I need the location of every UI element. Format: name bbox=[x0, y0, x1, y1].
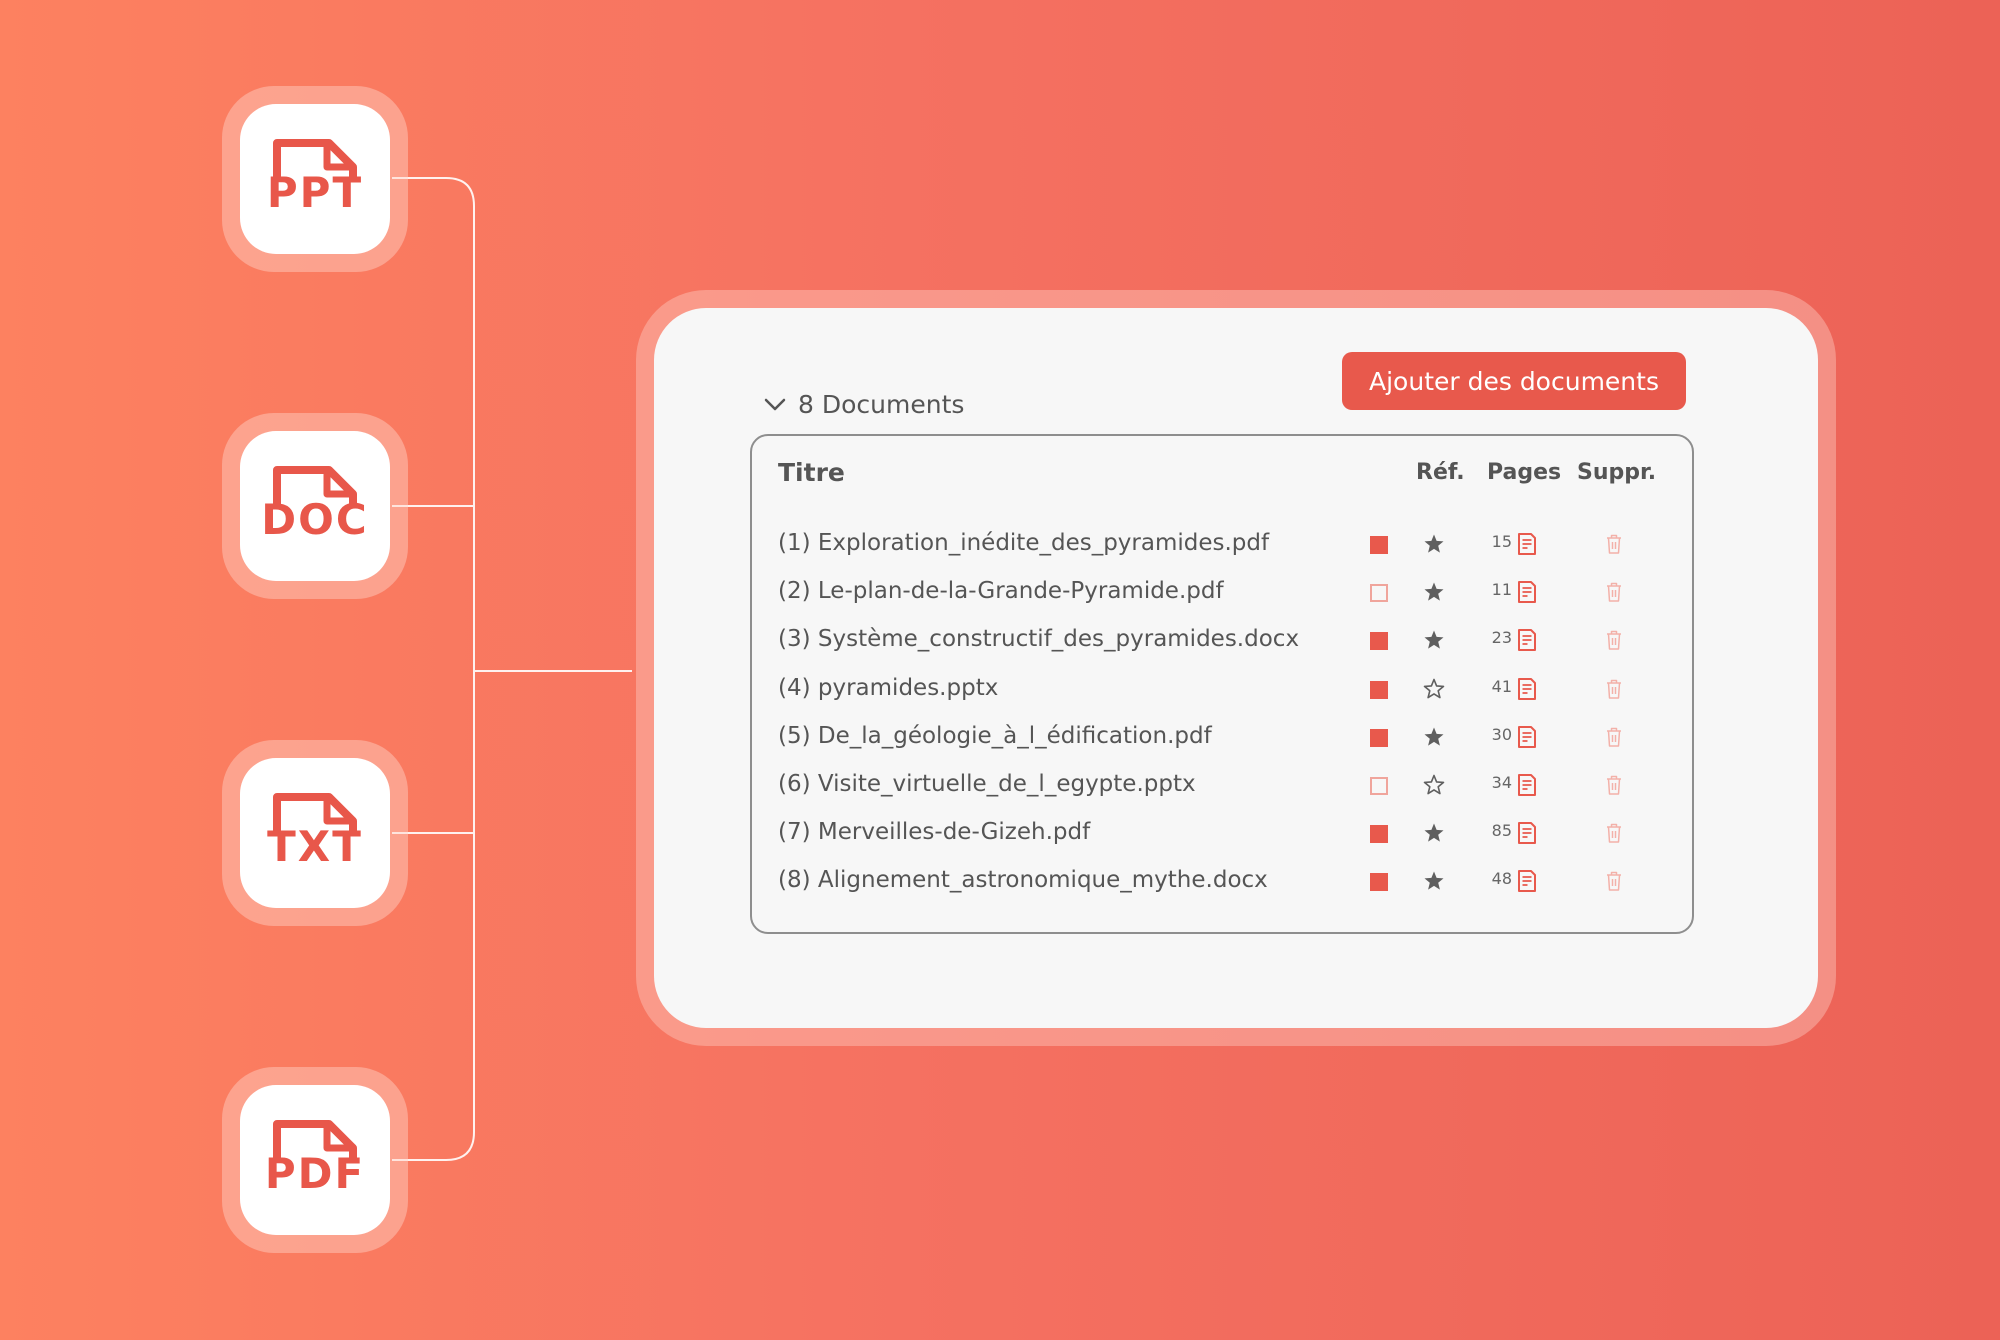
star-filled-icon[interactable] bbox=[1422, 580, 1446, 604]
trash-icon[interactable] bbox=[1604, 533, 1624, 555]
page-count: 41 bbox=[1491, 676, 1512, 696]
documents-toggle[interactable]: 8 Documents bbox=[764, 390, 964, 419]
trash-icon[interactable] bbox=[1604, 870, 1624, 892]
row-select-checkbox[interactable] bbox=[1370, 536, 1388, 554]
table-row[interactable]: (8) Alignement_astronomique_mythe.docx 48 bbox=[752, 859, 1692, 903]
star-outline-icon[interactable] bbox=[1422, 677, 1446, 701]
table-row[interactable]: (3) Système_constructif_des_pyramides.do… bbox=[752, 618, 1692, 662]
documents-panel-frame: Ajouter des documents 8 Documents Titre … bbox=[636, 290, 1836, 1046]
column-header-ref: Réf. bbox=[1416, 460, 1465, 485]
table-row[interactable]: (7) Merveilles-de-Gizeh.pdf 85 bbox=[752, 811, 1692, 855]
file-type-tile-txt: TXT bbox=[222, 740, 408, 926]
table-row[interactable]: (1) Exploration_inédite_des_pyramides.pd… bbox=[752, 522, 1692, 566]
star-filled-icon[interactable] bbox=[1422, 821, 1446, 845]
page-count: 85 bbox=[1491, 821, 1512, 841]
row-select-checkbox[interactable] bbox=[1370, 825, 1388, 844]
chevron-down-icon bbox=[764, 398, 786, 410]
row-select-checkbox[interactable] bbox=[1370, 584, 1388, 603]
file-type-label: PDF bbox=[264, 1149, 366, 1198]
file-type-label: DOC bbox=[261, 495, 369, 544]
star-filled-icon[interactable] bbox=[1422, 725, 1446, 749]
page-icon[interactable] bbox=[1517, 821, 1537, 845]
document-title[interactable]: (8) Alignement_astronomique_mythe.docx bbox=[778, 867, 1268, 893]
page-icon[interactable] bbox=[1517, 869, 1537, 893]
trash-icon[interactable] bbox=[1604, 726, 1624, 748]
file-type-tile-pdf: PDF bbox=[222, 1067, 408, 1253]
trash-icon[interactable] bbox=[1604, 678, 1624, 700]
page-icon[interactable] bbox=[1517, 532, 1537, 556]
documents-table: Titre Réf. Pages Suppr. (1) Exploration_… bbox=[750, 434, 1694, 934]
star-filled-icon[interactable] bbox=[1422, 869, 1446, 893]
document-title[interactable]: (1) Exploration_inédite_des_pyramides.pd… bbox=[778, 530, 1269, 556]
page-count: 30 bbox=[1491, 724, 1512, 744]
add-documents-button[interactable]: Ajouter des documents bbox=[1342, 352, 1686, 410]
document-title[interactable]: (6) Visite_virtuelle_de_l_egypte.pptx bbox=[778, 771, 1196, 797]
column-header-title: Titre bbox=[778, 458, 845, 487]
star-filled-icon[interactable] bbox=[1422, 532, 1446, 556]
column-header-delete: Suppr. bbox=[1577, 460, 1657, 485]
page-count: 11 bbox=[1491, 580, 1512, 600]
page-count: 48 bbox=[1491, 869, 1512, 889]
file-type-tile-ppt: PPT bbox=[222, 86, 408, 272]
file-type-tile-doc: DOC bbox=[222, 413, 408, 599]
page-icon[interactable] bbox=[1517, 725, 1537, 749]
table-row[interactable]: (4) pyramides.pptx 41 bbox=[752, 667, 1692, 711]
document-title[interactable]: (3) Système_constructif_des_pyramides.do… bbox=[778, 626, 1299, 652]
page-icon[interactable] bbox=[1517, 580, 1537, 604]
row-select-checkbox[interactable] bbox=[1370, 777, 1388, 795]
page-count: 15 bbox=[1491, 532, 1512, 551]
row-select-checkbox[interactable] bbox=[1370, 728, 1388, 747]
table-row[interactable]: (6) Visite_virtuelle_de_l_egypte.pptx 34 bbox=[752, 763, 1692, 807]
star-outline-icon[interactable] bbox=[1422, 773, 1446, 797]
row-select-checkbox[interactable] bbox=[1370, 680, 1388, 699]
page-icon[interactable] bbox=[1517, 677, 1537, 701]
trash-icon[interactable] bbox=[1604, 581, 1624, 603]
trash-icon[interactable] bbox=[1604, 629, 1624, 651]
document-title[interactable]: (5) De_la_géologie_à_l_édification.pdf bbox=[778, 723, 1212, 749]
row-select-checkbox[interactable] bbox=[1370, 873, 1388, 892]
page-icon[interactable] bbox=[1517, 628, 1537, 652]
file-type-label: PPT bbox=[266, 168, 364, 217]
document-title[interactable]: (7) Merveilles-de-Gizeh.pdf bbox=[778, 819, 1090, 845]
row-select-checkbox[interactable] bbox=[1370, 632, 1388, 651]
page-count: 34 bbox=[1491, 773, 1512, 792]
trash-icon[interactable] bbox=[1604, 774, 1624, 796]
star-filled-icon[interactable] bbox=[1422, 628, 1446, 652]
trash-icon[interactable] bbox=[1604, 822, 1624, 844]
table-row[interactable]: (5) De_la_géologie_à_l_édification.pdf 30 bbox=[752, 715, 1692, 759]
page-icon[interactable] bbox=[1517, 773, 1537, 797]
page-count: 23 bbox=[1491, 628, 1512, 648]
document-title[interactable]: (4) pyramides.pptx bbox=[778, 675, 998, 701]
file-type-label: TXT bbox=[267, 822, 363, 871]
documents-count-label: 8 Documents bbox=[798, 390, 965, 419]
column-header-pages: Pages bbox=[1487, 460, 1562, 485]
documents-panel: Ajouter des documents 8 Documents Titre … bbox=[654, 308, 1818, 1028]
document-title[interactable]: (2) Le-plan-de-la-Grande-Pyramide.pdf bbox=[778, 578, 1224, 604]
table-row[interactable]: (2) Le-plan-de-la-Grande-Pyramide.pdf 11 bbox=[752, 570, 1692, 614]
